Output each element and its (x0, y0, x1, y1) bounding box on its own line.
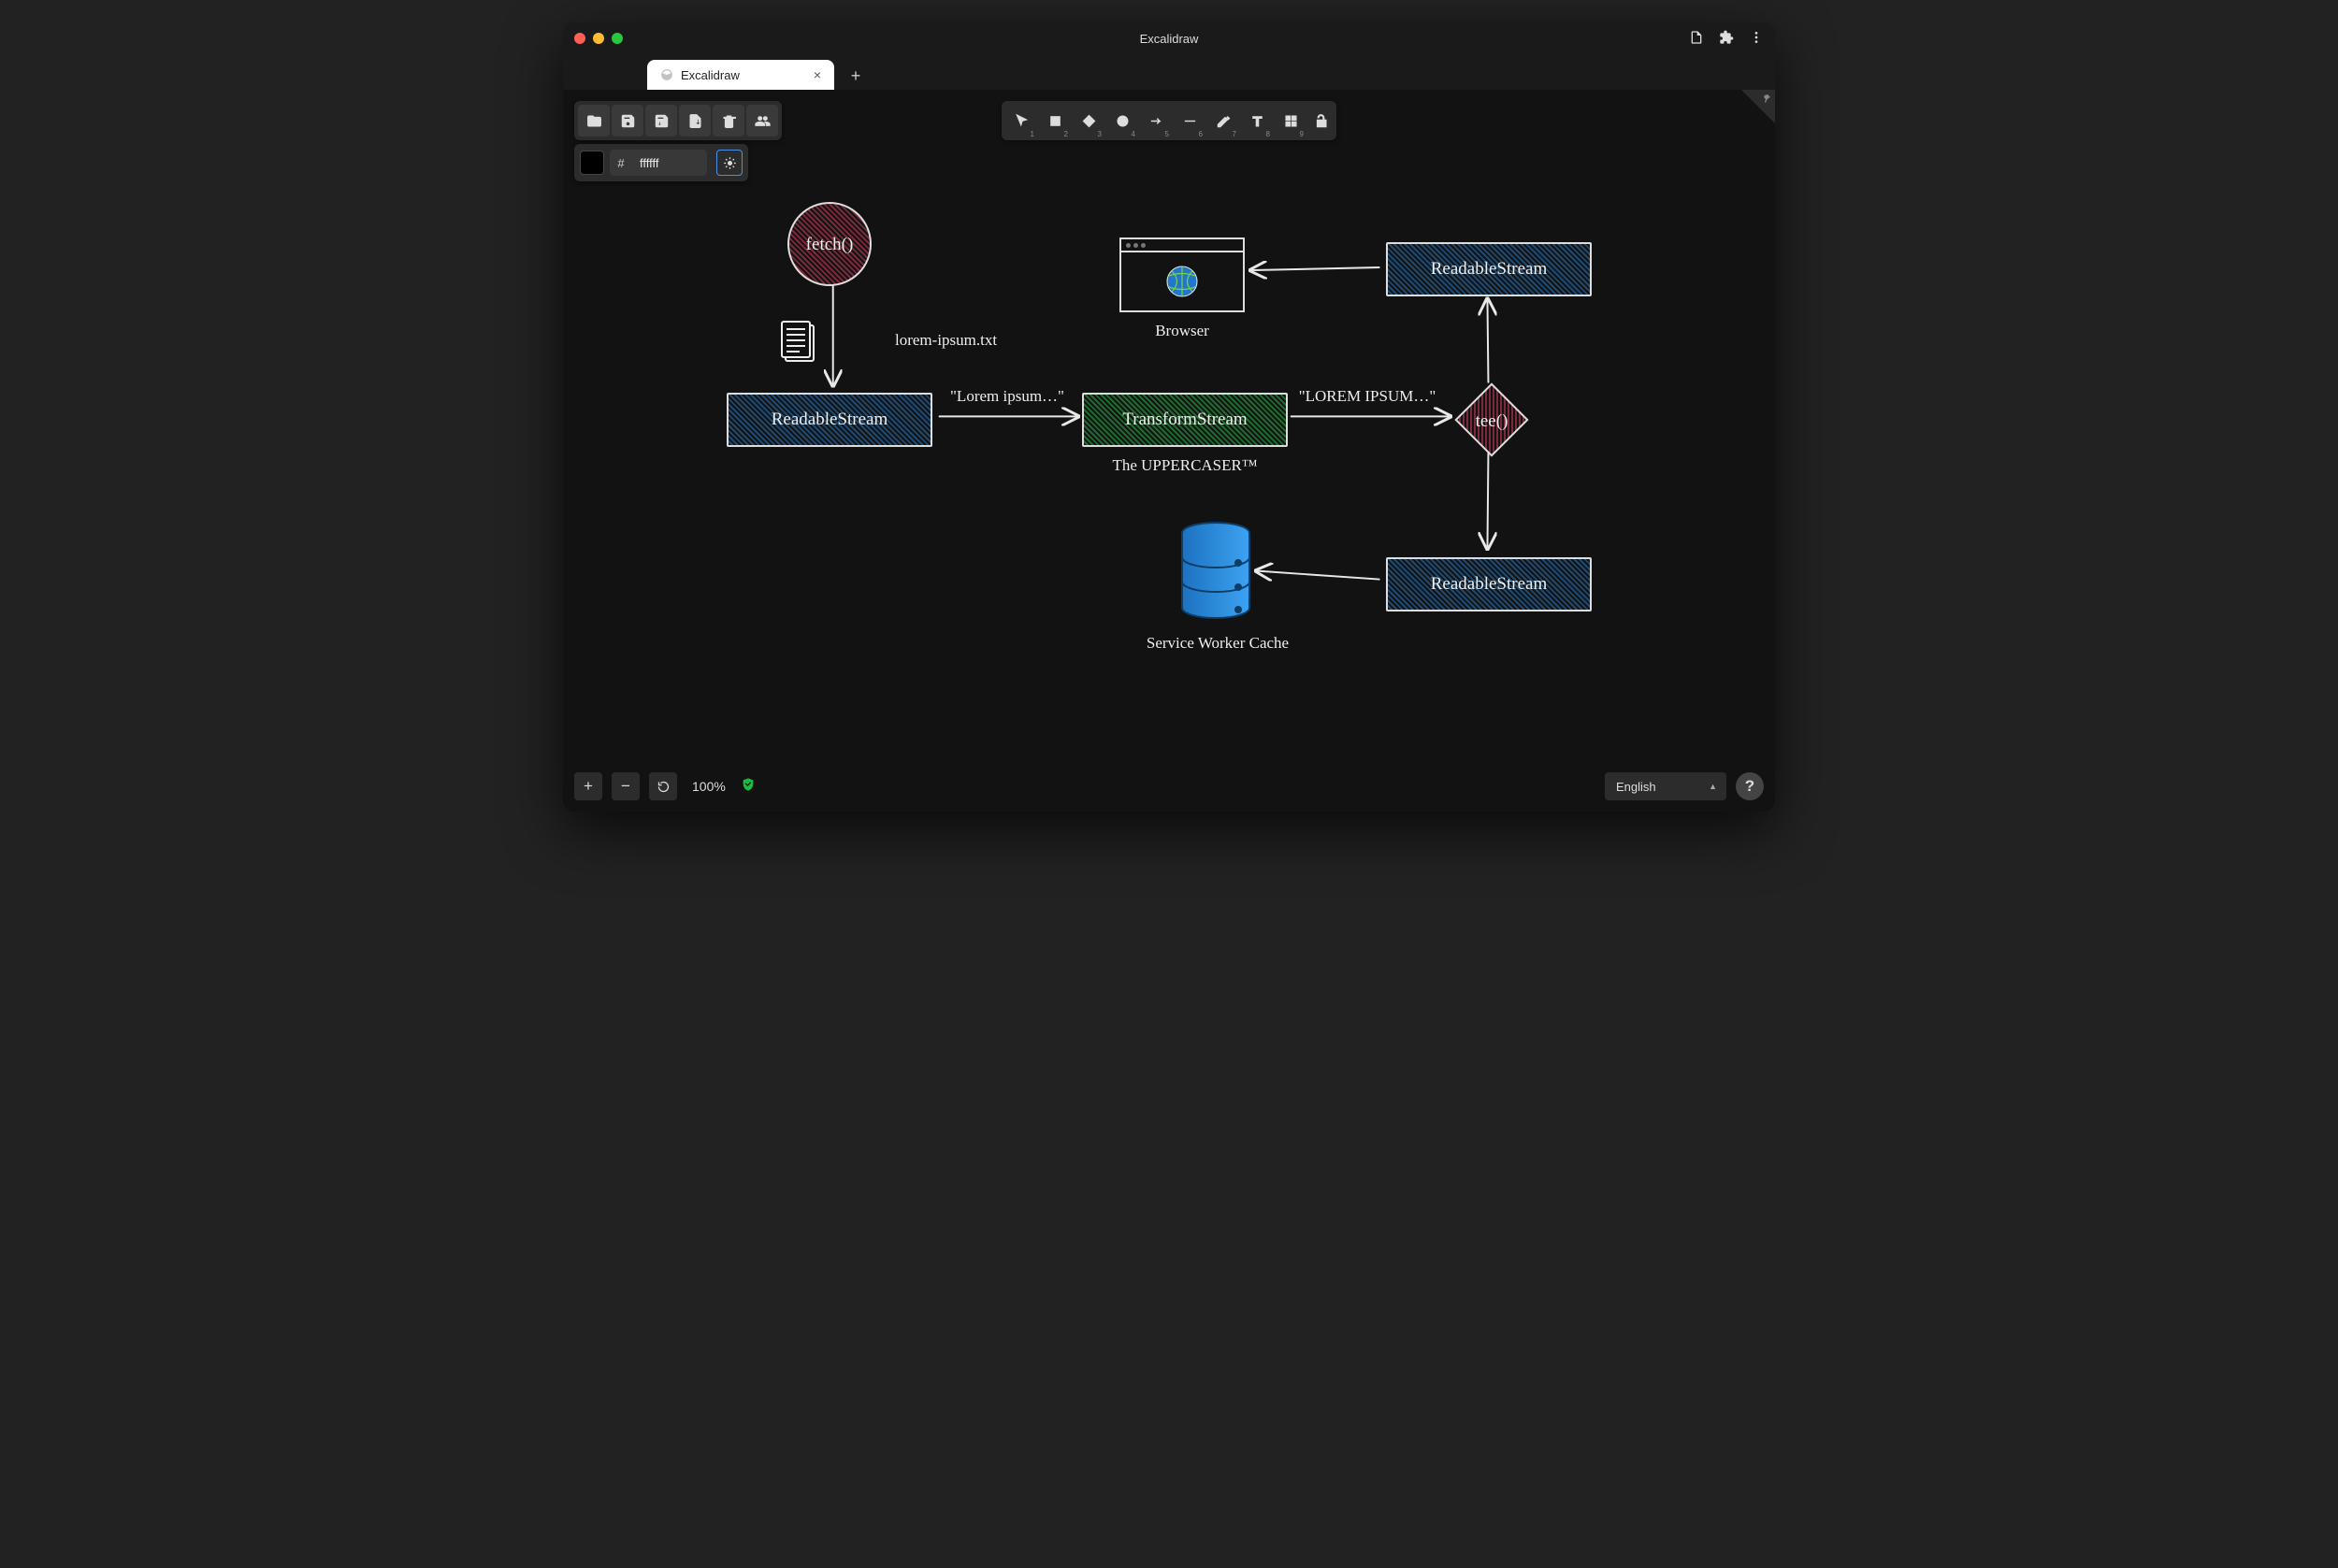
edge-label-LOREM: "LOREM IPSUM…" (1299, 387, 1436, 406)
line-tool[interactable]: 6 (1174, 105, 1205, 137)
zoom-reset-button[interactable] (649, 772, 677, 800)
node-readable1[interactable] (727, 393, 932, 447)
tab-favicon-icon (660, 68, 673, 81)
node-transform[interactable] (1082, 393, 1288, 447)
color-hex-input[interactable] (632, 150, 707, 176)
file-name-label: lorem-ipsum.txt (895, 331, 997, 350)
help-button[interactable]: ? (1736, 772, 1764, 800)
arrow-tool[interactable]: 5 (1140, 105, 1172, 137)
window-title: Excalidraw (1140, 32, 1199, 46)
color-hash-label: # (610, 150, 632, 176)
browser-tab[interactable]: Excalidraw × (647, 60, 834, 90)
node-readable-bottom-label: ReadableStream (1431, 574, 1548, 595)
tab-close-icon[interactable]: × (814, 67, 821, 82)
sun-icon (723, 156, 737, 170)
bottom-right: English ? (1605, 772, 1764, 800)
node-db[interactable] (1180, 522, 1251, 619)
node-db-label: Service Worker Cache (1147, 634, 1289, 653)
canvas[interactable]: fetch() lorem-ipsum.txt ReadableStream "… (563, 90, 1775, 812)
node-transform-label: TransformStream (1122, 410, 1247, 430)
titlebar: Excalidraw (563, 22, 1775, 54)
rectangle-tool[interactable]: 2 (1039, 105, 1071, 137)
encrypted-icon[interactable] (741, 777, 756, 797)
encrypt-corner[interactable] (1741, 90, 1775, 123)
arrows (563, 90, 1775, 812)
excalidraw-app: 1 2 3 4 5 6 7 8 9 # (563, 90, 1775, 812)
node-readable1-label: ReadableStream (772, 410, 888, 430)
zoom-controls: + − 100% (574, 772, 756, 800)
edge-label-lorem: "Lorem ipsum…" (950, 387, 1064, 406)
new-tab-button[interactable]: + (842, 62, 870, 90)
menu-dots-icon[interactable] (1749, 30, 1764, 48)
traffic-lights[interactable] (574, 33, 623, 44)
reset-icon (657, 780, 671, 794)
node-browser[interactable] (1119, 237, 1245, 312)
file-toolbar (574, 101, 782, 140)
tabstrip: Excalidraw × + (563, 54, 1775, 90)
globe-icon (1165, 265, 1199, 298)
color-swatch[interactable] (580, 151, 604, 175)
library-tool[interactable]: 9 (1275, 105, 1306, 137)
theme-toggle[interactable] (716, 150, 743, 176)
node-browser-label: Browser (1155, 322, 1209, 340)
pin-icon (1761, 93, 1772, 104)
open-button[interactable] (578, 105, 610, 137)
language-select[interactable]: English (1605, 772, 1726, 800)
close-window-icon[interactable] (574, 33, 585, 44)
mac-window: Excalidraw Excalidraw × + (563, 22, 1775, 812)
node-readable-top[interactable] (1386, 242, 1592, 296)
node-readable-top-label: ReadableStream (1431, 259, 1548, 280)
clear-button[interactable] (713, 105, 744, 137)
maximize-window-icon[interactable] (612, 33, 623, 44)
node-fetch[interactable] (787, 202, 872, 286)
extensions-icon[interactable] (1719, 30, 1734, 48)
language-label: English (1616, 780, 1656, 794)
zoom-in-button[interactable]: + (574, 772, 602, 800)
selection-tool[interactable]: 1 (1005, 105, 1037, 137)
save-as-button[interactable] (645, 105, 677, 137)
file-icon (780, 318, 819, 365)
shape-toolbar: 1 2 3 4 5 6 7 8 9 (1002, 101, 1336, 140)
export-button[interactable] (679, 105, 711, 137)
diamond-tool[interactable]: 3 (1073, 105, 1104, 137)
node-tee-label: tee() (1476, 411, 1508, 432)
text-tool[interactable]: 8 (1241, 105, 1273, 137)
save-button[interactable] (612, 105, 643, 137)
tab-label: Excalidraw (681, 68, 740, 82)
node-fetch-label: fetch() (806, 235, 854, 255)
zoom-level: 100% (686, 779, 731, 794)
lock-tool[interactable] (1308, 105, 1333, 137)
file-icon[interactable] (1689, 30, 1704, 48)
zoom-out-button[interactable]: − (612, 772, 640, 800)
node-readable-bottom[interactable] (1386, 557, 1592, 611)
node-transform-caption: The UPPERCASER™ (1112, 456, 1257, 475)
node-tee[interactable] (1454, 382, 1528, 456)
ellipse-tool[interactable]: 4 (1106, 105, 1138, 137)
draw-tool[interactable]: 7 (1207, 105, 1239, 137)
collaborate-button[interactable] (746, 105, 778, 137)
minimize-window-icon[interactable] (593, 33, 604, 44)
color-panel: # (574, 144, 748, 181)
